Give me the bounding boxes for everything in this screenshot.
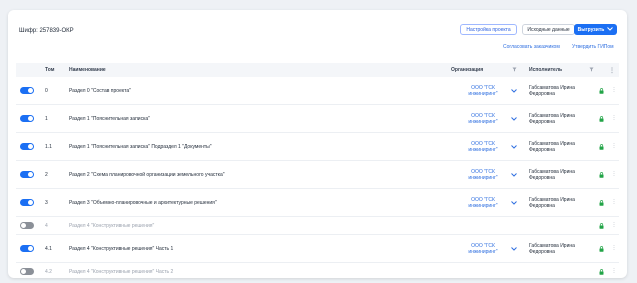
section-name: Раздел 1 "Пояснительная записка" Подразд…	[69, 143, 212, 150]
project-code: Шифр: 257839-ОКР	[19, 28, 74, 34]
lock-icon[interactable]	[599, 115, 604, 122]
section-name: Раздел 0 "Состав проекта"	[69, 87, 131, 94]
section-number: 3	[45, 199, 48, 206]
chevron-down-icon[interactable]	[511, 200, 517, 205]
export-button-label: Выгрузить	[577, 26, 605, 33]
section-toggle[interactable]	[20, 87, 34, 94]
lock-icon[interactable]	[599, 222, 604, 229]
executor-name: Габсаматова Ирина Федоровна	[529, 196, 575, 209]
section-name: Раздел 4 "Конструктивные решения"	[69, 222, 155, 229]
section-number: 1.1	[45, 143, 52, 150]
table-header: Том Наименование Организация Исполнитель…	[16, 63, 619, 77]
more-vertical-icon[interactable]: · · ·	[613, 141, 615, 151]
lock-icon[interactable]	[599, 87, 604, 94]
table-row[interactable]: 3 Раздел 3 "Объемно-планировочные и архит…	[16, 189, 619, 217]
section-toggle[interactable]	[20, 222, 34, 229]
chevron-down-icon[interactable]	[511, 172, 517, 177]
more-vertical-icon[interactable]: · · ·	[613, 113, 615, 123]
section-number: 1	[45, 115, 48, 122]
table-row[interactable]: 4.1 Раздел 4 "Конструктивные решения" Час…	[16, 235, 619, 263]
toggle-knob	[28, 88, 33, 93]
chevron-down-icon[interactable]	[511, 144, 517, 149]
lock-icon[interactable]	[599, 171, 604, 178]
project-card: Шифр: 257839-ОКР Настройка проекта Исход…	[8, 10, 627, 278]
section-name: Раздел 3 "Объемно-планировочные и архите…	[69, 199, 217, 206]
more-vertical-icon[interactable]: · · ·	[613, 85, 615, 95]
organization-select[interactable]: ООО "ГСК инжиниринг"	[462, 141, 504, 153]
section-number: 4.1	[45, 245, 52, 252]
table-row[interactable]: 4 Раздел 4 "Конструктивные решения" · · ·	[16, 217, 619, 235]
more-vertical-icon[interactable]: · · ·	[613, 169, 615, 179]
more-vertical-icon[interactable]: · · ·	[613, 243, 615, 253]
column-header-exec: Исполнитель	[529, 67, 563, 73]
organization-select[interactable]: ООО "ГСК инжиниринг"	[462, 169, 504, 181]
chevron-down-icon[interactable]	[511, 116, 517, 121]
chevron-down-icon	[607, 26, 614, 33]
lock-icon[interactable]	[599, 268, 604, 275]
chevron-down-icon[interactable]	[511, 88, 517, 93]
column-header-org: Организация	[451, 67, 484, 73]
organization-select[interactable]: ООО "ГСК инжиниринг"	[462, 85, 504, 97]
toggle-knob	[28, 200, 33, 205]
approve-gip-link[interactable]: Утвердить ГИПом	[572, 44, 614, 50]
section-number: 4	[45, 222, 48, 229]
toggle-knob	[28, 144, 33, 149]
filter-icon[interactable]	[589, 67, 594, 72]
executor-name: Габсаматова Ирина Федоровна	[529, 112, 575, 125]
filter-icon[interactable]	[512, 67, 517, 72]
table-row[interactable]: 1.1 Раздел 1 "Пояснительная записка" Подр…	[16, 133, 619, 161]
section-toggle[interactable]	[20, 115, 34, 122]
more-vertical-icon[interactable]: · · ·	[613, 220, 615, 230]
organization-select[interactable]: ООО "ГСК инжиниринг"	[462, 197, 504, 209]
organization-select[interactable]: ООО "ГСК инжиниринг"	[462, 243, 504, 255]
toggle-knob	[28, 246, 33, 251]
section-toggle[interactable]	[20, 268, 34, 275]
drag-handle-icon[interactable]: ⋮	[609, 67, 615, 74]
export-button[interactable]: Выгрузить	[574, 24, 617, 35]
executor-name: Габсаматова Ирина Федоровна	[529, 242, 575, 255]
section-toggle[interactable]	[20, 143, 34, 150]
table-row[interactable]: 4.2 Раздел 4 "Конструктивные решения" Час…	[16, 263, 619, 278]
section-name: Раздел 4 "Конструктивные решения" Часть …	[69, 268, 174, 275]
more-vertical-icon[interactable]: · · ·	[613, 266, 615, 276]
section-number: 2	[45, 171, 48, 178]
chevron-down-icon[interactable]	[511, 246, 517, 251]
lock-icon[interactable]	[599, 143, 604, 150]
section-name: Раздел 1 "Пояснительная записка"	[69, 115, 150, 122]
more-vertical-icon[interactable]: · · ·	[613, 197, 615, 207]
table-row[interactable]: 2 Раздел 2 "Схема планировочной организац…	[16, 161, 619, 189]
approve-customer-link[interactable]: Согласовать заказчиком	[503, 44, 560, 50]
section-toggle[interactable]	[20, 199, 34, 206]
table-body: 0 Раздел 0 "Состав проекта" ООО "ГСК инжин…	[16, 77, 619, 278]
section-toggle[interactable]	[20, 171, 34, 178]
executor-name: Габсаматова Ирина Федоровна	[529, 84, 575, 97]
project-settings-button[interactable]: Настройка проекта	[460, 24, 517, 35]
section-name: Раздел 4 "Конструктивные решения" Часть …	[69, 245, 174, 252]
section-toggle[interactable]	[20, 245, 34, 252]
table-row[interactable]: 1 Раздел 1 "Пояснительная записка" ООО "ГС…	[16, 105, 619, 133]
section-name: Раздел 2 "Схема планировочной организаци…	[69, 171, 225, 178]
toggle-knob	[28, 116, 33, 121]
lock-icon[interactable]	[599, 199, 604, 206]
table-row[interactable]: 0 Раздел 0 "Состав проекта" ООО "ГСК инжин…	[16, 77, 619, 105]
toggle-knob	[28, 172, 33, 177]
toggle-knob	[21, 269, 26, 274]
executor-name: Габсаматова Ирина Федоровна	[529, 168, 575, 181]
section-number: 4.2	[45, 268, 52, 275]
source-data-button[interactable]: Исходные данные	[522, 24, 575, 35]
toggle-knob	[21, 223, 26, 228]
column-header-name: Наименование	[69, 67, 106, 73]
section-number: 0	[45, 87, 48, 94]
lock-icon[interactable]	[599, 245, 604, 252]
organization-select[interactable]: ООО "ГСК инжиниринг"	[462, 113, 504, 125]
executor-name: Габсаматова Ирина Федоровна	[529, 140, 575, 153]
column-header-tom: Том	[45, 67, 55, 73]
